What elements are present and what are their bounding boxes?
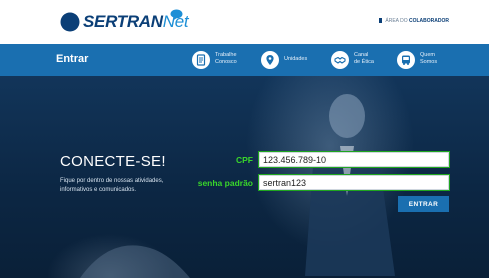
bus-icon (397, 51, 415, 69)
nav-bar: Entrar Trabalhe Conosco Unidades Canal d… (0, 44, 489, 76)
location-pin-icon (261, 51, 279, 69)
hero-heading: CONECTE-SE! (60, 153, 166, 170)
nav-label-about-us: Quem Somos (420, 52, 438, 65)
logo-mark-icon (60, 12, 80, 32)
chat-bubble-icon (170, 9, 183, 21)
password-input[interactable] (259, 175, 449, 190)
nav-label-units: Unidades (284, 56, 308, 62)
nav-label-ethics-channel: Canal de Ética (354, 52, 374, 65)
lock-icon (379, 18, 383, 23)
site-header: SERTRANNet ÁREA DO COLABORADOR (0, 0, 489, 44)
employee-area-link[interactable]: ÁREA DO COLABORADOR (379, 18, 449, 24)
page-title: Entrar (56, 53, 89, 65)
nav-label-work-with-us: Trabalhe Conosco (215, 52, 237, 65)
hero-subtext: Fique por dentro de nossas atividades, i… (60, 178, 164, 193)
document-icon (192, 51, 210, 69)
password-annotation-label: senha padrão (197, 178, 253, 188)
cpf-annotation-label: CPF (236, 155, 253, 165)
cpf-input[interactable] (259, 152, 449, 167)
login-button[interactable]: ENTRAR (398, 196, 449, 212)
handshake-photo-detail (80, 245, 190, 278)
handshake-icon (331, 51, 349, 69)
